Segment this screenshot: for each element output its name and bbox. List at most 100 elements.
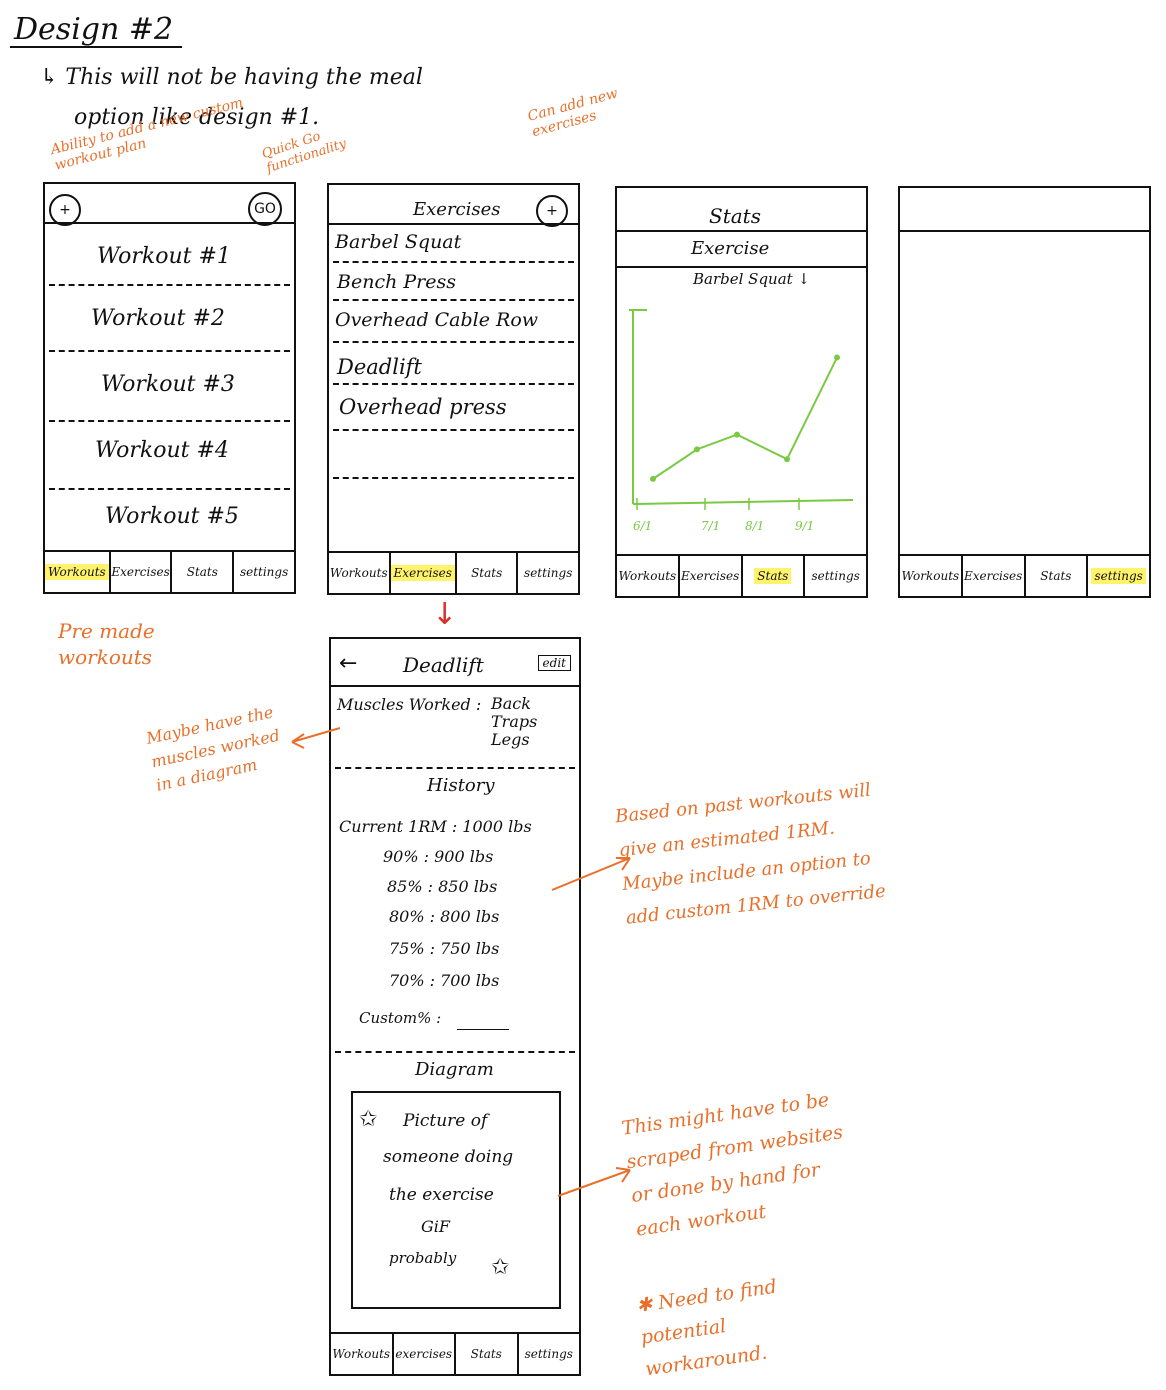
tab-settings[interactable]: settings [1086,556,1149,596]
header-divider [329,223,578,225]
tab-exercises[interactable]: Exercises [108,552,171,592]
tab-workouts[interactable]: Workouts [617,556,678,596]
custom-label: Custom% : [359,1009,442,1027]
muscles-list: Back Traps Legs [491,695,537,749]
row-divider [333,299,574,301]
tab-settings[interactable]: settings [516,1334,580,1374]
row-divider [333,261,574,263]
section-divider [335,767,575,769]
workout-item[interactable]: Workout #4 [45,438,294,463]
plus-icon: + [546,203,558,219]
star-icon: ✩ [491,1255,510,1280]
exercise-diagram-placeholder: ✩ Picture of someone doing the exercise … [351,1091,561,1309]
go-button[interactable]: GO [248,192,282,226]
workout-item[interactable]: Workout #1 [45,244,294,269]
data-point [784,456,790,463]
subtitle-line-1: ↳ This will not be having the meal [40,65,423,90]
screen-settings: Workouts Exercises Stats settings [898,186,1151,598]
progress-chart: 6/1 7/1 8/1 9/1 [629,309,854,533]
page-title: Design #2 [14,12,174,47]
workout-item[interactable]: Workout #3 [45,372,294,397]
tab-bar: Workouts Exercises Stats settings [900,554,1149,596]
workout-item[interactable]: Workout #5 [45,504,294,529]
muscle-item: Legs [491,730,530,749]
tab-settings[interactable]: settings [803,556,866,596]
header-divider [617,230,866,232]
tab-workouts[interactable]: Workouts [329,553,389,593]
tab-workouts[interactable]: Workouts [331,1334,392,1374]
percentage-row: 90% : 900 lbs [383,847,494,866]
row-divider [333,429,574,431]
screen-workouts: + GO Workout #1 Workout #2 Workout #3 Wo… [43,182,296,594]
tab-stats[interactable]: Stats [740,556,804,596]
header-divider [331,685,579,687]
annotation-scrape: This might have to be scraped from websi… [620,1088,845,1241]
percentage-row: 85% : 850 lbs [387,877,498,896]
annotation-muscles-diagram: Maybe have the muscles worked in a diagr… [144,702,282,795]
star-icon: ✱ [634,1292,660,1318]
exercise-item[interactable]: Overhead press [329,395,578,419]
data-point [650,475,656,482]
tab-bar: Workouts Exercises Stats settings [329,551,578,593]
screen-exercises: Exercises + Barbel Squat Bench Press Ove… [327,183,580,595]
exercise-selector[interactable]: Barbel Squat ↓ [693,270,810,288]
current-1rm: Current 1RM : 1000 lbs [339,817,532,836]
screen-title: Exercises [413,199,501,220]
x-tick-label: 6/1 [633,519,652,533]
tab-exercises[interactable]: Exercises [960,556,1024,596]
arrow-right-icon [557,1167,631,1197]
row-divider [333,477,574,479]
annotation-add-exercise: Can add new exercises [526,85,620,141]
edit-button[interactable]: edit [537,655,571,671]
back-arrow-icon[interactable]: ← [339,651,357,676]
exercise-item[interactable]: Deadlift [329,355,578,379]
section-divider [617,266,866,268]
chart-series [650,354,840,482]
percentage-row: 75% : 750 lbs [389,939,500,958]
tab-stats[interactable]: Stats [454,553,517,593]
exercise-item[interactable]: Barbel Squat [329,231,578,253]
tab-exercises[interactable]: exercises [391,1334,455,1374]
muscle-item: Traps [491,712,538,731]
tab-settings[interactable]: settings [232,552,294,592]
diagram-text: probably [389,1249,457,1267]
custom-percent-input[interactable] [457,1029,509,1030]
tab-workouts[interactable]: Workouts [900,556,961,596]
tab-settings[interactable]: settings [516,553,578,593]
star-icon: ✩ [359,1107,378,1132]
x-tick-label: 8/1 [745,519,764,533]
arrow-left-icon [291,727,341,749]
x-tick-label: 9/1 [795,519,814,533]
history-title: History [427,775,495,796]
row-divider [333,341,574,343]
data-point [734,431,740,438]
tab-stats[interactable]: Stats [1023,556,1087,596]
exercise-item[interactable]: Overhead Cable Row [329,309,578,331]
x-axis [632,499,854,505]
arrow-right-icon [551,857,631,891]
exercise-item[interactable]: Bench Press [329,271,578,293]
diagram-text: GiF [421,1217,450,1236]
row-divider [333,383,574,385]
tab-exercises[interactable]: Exercises [677,556,741,596]
annotation-premade: Pre made workouts [58,619,155,669]
muscles-label: Muscles Worked : [337,695,482,714]
header-divider [45,222,294,224]
muscle-item: Back [491,694,531,713]
screen-exercise-detail: ← Deadlift edit Muscles Worked : Back Tr… [329,637,581,1376]
screen-title: Stats [709,204,761,228]
plus-icon: + [59,202,71,218]
tab-stats[interactable]: Stats [170,552,232,592]
tab-exercises[interactable]: Exercises [388,553,455,593]
header-divider [900,230,1149,232]
tab-stats[interactable]: Stats [454,1334,517,1374]
screen-title: Deadlift [403,653,484,677]
workout-item[interactable]: Workout #2 [45,306,294,331]
diagram-text: the exercise [389,1185,494,1205]
tab-workouts[interactable]: Workouts [45,552,109,592]
row-divider [49,350,290,352]
annotation-workaround-text: Need to find potential workaround. [639,1275,779,1381]
section-label: Exercise [691,238,770,259]
arrow-down-icon: ↓ [432,597,458,632]
screen-stats: Stats Exercise Barbel Squat ↓ 6/1 7/1 8/1 9… [615,186,868,598]
